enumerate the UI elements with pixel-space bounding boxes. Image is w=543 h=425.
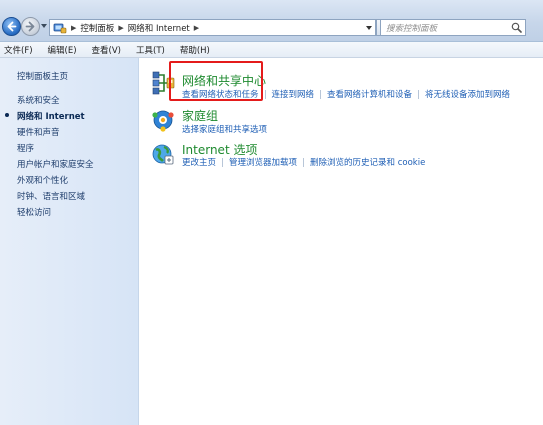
sidebar-item-system-security[interactable]: 系统和安全 (17, 94, 60, 106)
sidebar-item-hardware-sound[interactable]: 硬件和声音 (17, 126, 60, 138)
sidebar: 控制面板主页 系统和安全 网络和 Internet 硬件和声音 程序 用户帐户和… (0, 58, 139, 425)
sidebar-item-programs[interactable]: 程序 (17, 142, 34, 154)
homegroup-icon[interactable] (150, 107, 176, 133)
link-separator (303, 157, 305, 167)
link-connect-network[interactable]: 连接到网络 (272, 88, 315, 100)
arrow-right-icon (25, 21, 35, 32)
sidebar-home[interactable]: 控制面板主页 (17, 70, 68, 82)
breadcrumb-control-panel[interactable]: 控制面板 (80, 22, 114, 34)
back-button[interactable] (2, 17, 21, 36)
sidebar-item-clock-language[interactable]: 时钟、语言和区域 (17, 190, 85, 202)
internet-options-icon[interactable] (150, 141, 176, 167)
link-delete-history[interactable]: 删除浏览的历史记录和 cookie (310, 156, 425, 168)
sidebar-item-user-accounts[interactable]: 用户帐户和家庭安全 (17, 158, 94, 170)
link-homegroup-options[interactable]: 选择家庭组和共享选项 (182, 123, 267, 135)
link-separator (222, 157, 224, 167)
link-separator (418, 89, 420, 99)
category-title-homegroup[interactable]: 家庭组 (182, 107, 218, 124)
recent-pages-dropdown[interactable] (41, 24, 47, 28)
category-links-homegroup: 选择家庭组和共享选项 (182, 123, 267, 135)
menu-tools[interactable]: 工具(T) (136, 44, 165, 56)
sidebar-item-appearance[interactable]: 外观和个性化 (17, 174, 68, 186)
chevron-right-icon: ▶ (71, 23, 77, 32)
link-add-wireless-device[interactable]: 将无线设备添加到网络 (425, 88, 510, 100)
sidebar-item-network-internet[interactable]: 网络和 Internet (17, 110, 85, 122)
sidebar-item-ease-of-access[interactable]: 轻松访问 (17, 206, 51, 218)
link-separator (264, 89, 266, 99)
chevron-right-icon[interactable]: ▶ (118, 24, 123, 32)
address-box[interactable]: ▶ 控制面板 ▶ 网络和 Internet ▶ (49, 19, 376, 36)
menu-help[interactable]: 帮助(H) (180, 44, 210, 56)
link-separator (320, 89, 322, 99)
menu-bar: 文件(F) 编辑(E) 查看(V) 工具(T) 帮助(H) (0, 42, 543, 58)
link-change-homepage[interactable]: 更改主页 (182, 156, 216, 168)
link-manage-addons[interactable]: 管理浏览器加载项 (229, 156, 297, 168)
control-panel-icon (53, 22, 67, 34)
menu-edit[interactable]: 编辑(E) (48, 44, 77, 56)
address-history-dropdown[interactable] (362, 20, 375, 35)
category-links-internet-options: 更改主页 管理浏览器加载项 删除浏览的历史记录和 cookie (182, 156, 425, 168)
link-view-network-computers[interactable]: 查看网络计算机和设备 (327, 88, 412, 100)
search-placeholder: 搜索控制面板 (386, 23, 438, 34)
highlight-box (169, 61, 263, 101)
arrow-left-icon (7, 21, 17, 32)
menu-file[interactable]: 文件(F) (4, 44, 33, 56)
menu-view[interactable]: 查看(V) (92, 44, 121, 56)
chevron-right-icon[interactable]: ▶ (194, 24, 199, 32)
breadcrumb-network-internet[interactable]: 网络和 Internet (128, 22, 190, 34)
search-icon[interactable] (511, 22, 522, 33)
chevron-down-icon (365, 25, 372, 30)
address-bar: ▶ 控制面板 ▶ 网络和 Internet ▶ 搜索控制面板 (0, 0, 543, 42)
forward-button[interactable] (21, 17, 40, 36)
search-input[interactable]: 搜索控制面板 (380, 19, 526, 36)
active-bullet-icon (5, 113, 9, 117)
